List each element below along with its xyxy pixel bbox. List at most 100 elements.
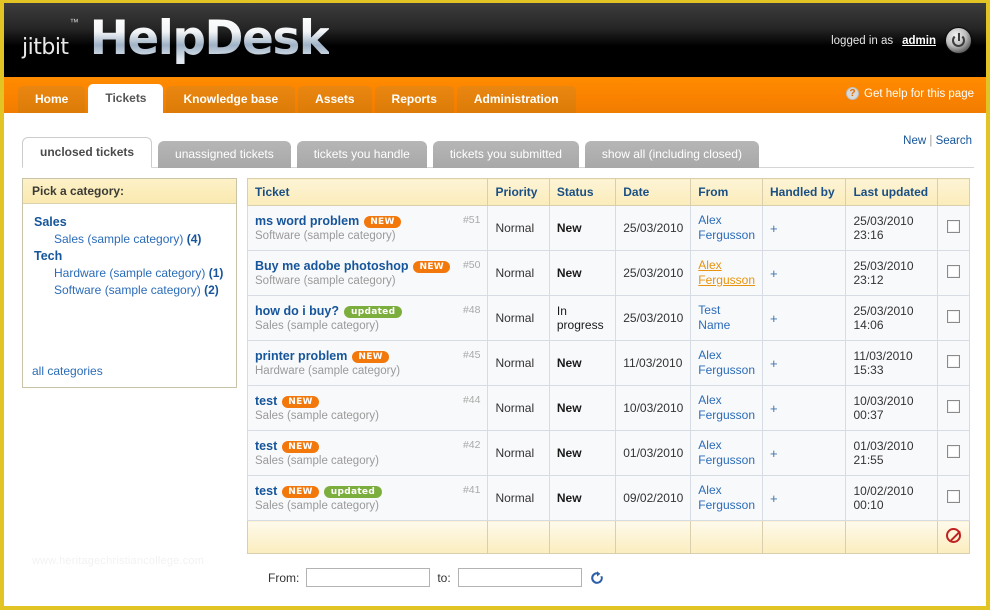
cell-last-updated: 11/03/2010 15:33 — [845, 340, 939, 386]
cell-from: Alex Fergusson — [690, 340, 763, 386]
tab-show-all[interactable]: show all (including closed) — [584, 141, 759, 168]
row-checkbox[interactable] — [947, 490, 961, 503]
ticket-title-link[interactable]: test — [255, 484, 277, 498]
table-row[interactable]: #44 test NEW Sales (sample category) Normal N… — [246, 385, 970, 431]
nav-item-knowledge-base[interactable]: Knowledge base — [166, 86, 296, 113]
date-from-input[interactable] — [306, 568, 431, 587]
ticket-title-link[interactable]: Buy me adobe photoshop — [255, 259, 408, 273]
column-header-priority[interactable]: Priority — [487, 178, 550, 206]
search-link[interactable]: Search — [936, 135, 972, 147]
ticket-number: #51 — [462, 214, 481, 226]
assign-handler-button[interactable]: + — [770, 446, 778, 461]
from-user-link[interactable]: Alex Fergusson — [698, 213, 755, 243]
masthead: jitbit ™ HelpDesk logged in as admin — [4, 3, 986, 77]
nav-item-administration[interactable]: Administration — [456, 86, 576, 113]
column-header-handled-by[interactable]: Handled by — [761, 178, 847, 206]
row-checkbox[interactable] — [947, 355, 961, 368]
assign-handler-button[interactable]: + — [770, 356, 778, 371]
footer-cell-delete[interactable] — [937, 520, 970, 554]
ticket-title-link[interactable]: ms word problem — [255, 214, 359, 228]
assign-handler-button[interactable]: + — [770, 401, 778, 416]
from-user-link[interactable]: Alex Fergusson — [698, 348, 755, 378]
from-user-link[interactable]: Alex Fergusson — [698, 483, 755, 513]
nav-item-home[interactable]: Home — [18, 86, 86, 113]
cell-last-updated: 10/03/2010 00:37 — [845, 385, 939, 431]
from-user-link[interactable]: Test Name — [698, 303, 755, 333]
table-row[interactable]: #45 printer problem NEW Hardware (sample ca… — [246, 340, 970, 386]
column-header-status[interactable]: Status — [548, 178, 617, 206]
cell-handled-by: + — [761, 295, 847, 341]
tab-tickets-you-submitted[interactable]: tickets you submitted — [432, 141, 579, 168]
row-checkbox[interactable] — [947, 310, 961, 323]
brand-trademark: ™ — [69, 17, 79, 27]
cell-priority: Normal — [487, 250, 550, 296]
column-header-last-updated[interactable]: Last updated — [845, 178, 939, 206]
new-link[interactable]: New — [903, 135, 926, 147]
nav-item-reports[interactable]: Reports — [374, 86, 454, 113]
nav-item-tickets[interactable]: Tickets — [88, 84, 164, 113]
table-row[interactable]: #51 ms word problem NEW Software (sample ca… — [246, 205, 970, 251]
ticket-category: Software (sample category) — [255, 275, 396, 287]
get-help-link[interactable]: ? Get help for this page — [846, 87, 974, 100]
footer-cell-ticket — [246, 520, 489, 554]
cell-select — [937, 205, 970, 251]
assign-handler-button[interactable]: + — [770, 491, 778, 506]
from-user-link[interactable]: Alex Fergusson — [698, 258, 755, 288]
table-row[interactable]: #41 test NEW updated Sales (sample category)… — [246, 475, 970, 521]
login-status: logged in as admin — [831, 27, 972, 54]
badge-new: NEW — [282, 486, 319, 498]
assign-handler-button[interactable]: + — [770, 311, 778, 326]
footer-cell-status — [548, 520, 617, 554]
all-categories-link[interactable]: all categories — [32, 364, 103, 378]
table-row[interactable]: #48 how do i buy? updated Sales (sample cat… — [246, 295, 970, 341]
nav-item-assets[interactable]: Assets — [298, 86, 372, 113]
row-checkbox[interactable] — [947, 445, 961, 458]
tickets-table-wrapper: Ticket Priority Status Date From Handled… — [246, 178, 970, 554]
from-user-link[interactable]: Alex Fergusson — [698, 393, 755, 423]
last-updated-time: 21:55 — [853, 453, 884, 467]
username-link[interactable]: admin — [902, 35, 936, 47]
refresh-icon[interactable] — [589, 570, 605, 586]
cell-from: Alex Fergusson — [690, 250, 763, 296]
category-panel: Pick a category: Sales Sales (sample cat… — [22, 178, 237, 388]
category-item-count: (1) — [208, 266, 224, 280]
delete-ban-icon[interactable] — [946, 528, 962, 543]
category-item-hardware-sample[interactable]: Hardware (sample category) (1) — [54, 266, 227, 280]
column-header-from[interactable]: From — [690, 178, 763, 206]
row-checkbox[interactable] — [947, 220, 961, 233]
column-header-ticket[interactable]: Ticket — [246, 178, 489, 206]
ticket-title-link[interactable]: printer problem — [255, 349, 347, 363]
tab-tickets-you-handle[interactable]: tickets you handle — [296, 141, 427, 168]
table-row[interactable]: #50 Buy me adobe photoshop NEW Software (sa… — [246, 250, 970, 296]
cell-priority: Normal — [487, 205, 550, 251]
badge-updated: updated — [344, 306, 403, 318]
cell-last-updated: 25/03/2010 23:12 — [845, 250, 939, 296]
content-area: New | Search unclosed tickets unassigned… — [4, 113, 986, 606]
ticket-category: Sales (sample category) — [255, 500, 379, 512]
cell-select — [937, 295, 970, 341]
from-user-link[interactable]: Alex Fergusson — [698, 438, 755, 468]
tab-unassigned-tickets[interactable]: unassigned tickets — [158, 141, 291, 168]
row-checkbox[interactable] — [947, 400, 961, 413]
column-header-date[interactable]: Date — [615, 178, 692, 206]
tab-unclosed-tickets[interactable]: unclosed tickets — [22, 137, 153, 168]
table-row[interactable]: #42 test NEW Sales (sample category) Normal N… — [246, 430, 970, 476]
get-help-label: Get help for this page — [864, 87, 974, 100]
row-checkbox[interactable] — [947, 265, 961, 278]
assign-handler-button[interactable]: + — [770, 221, 778, 236]
power-icon[interactable] — [945, 27, 972, 54]
cell-status: New — [548, 385, 617, 431]
date-to-input[interactable] — [457, 568, 582, 587]
category-item-sales-sample[interactable]: Sales (sample category) (4) — [54, 232, 227, 246]
ticket-category: Sales (sample category) — [255, 410, 379, 422]
category-item-software-sample[interactable]: Software (sample category) (2) — [54, 283, 227, 297]
ticket-title-link[interactable]: how do i buy? — [255, 304, 339, 318]
cell-select — [937, 475, 970, 521]
ticket-title-link[interactable]: test — [255, 439, 277, 453]
ticket-title-link[interactable]: test — [255, 394, 277, 408]
cell-handled-by: + — [761, 205, 847, 251]
top-action-links: New | Search — [903, 135, 972, 147]
last-updated-date: 25/03/2010 — [853, 214, 914, 228]
cell-priority: Normal — [487, 295, 550, 341]
assign-handler-button[interactable]: + — [770, 266, 778, 281]
